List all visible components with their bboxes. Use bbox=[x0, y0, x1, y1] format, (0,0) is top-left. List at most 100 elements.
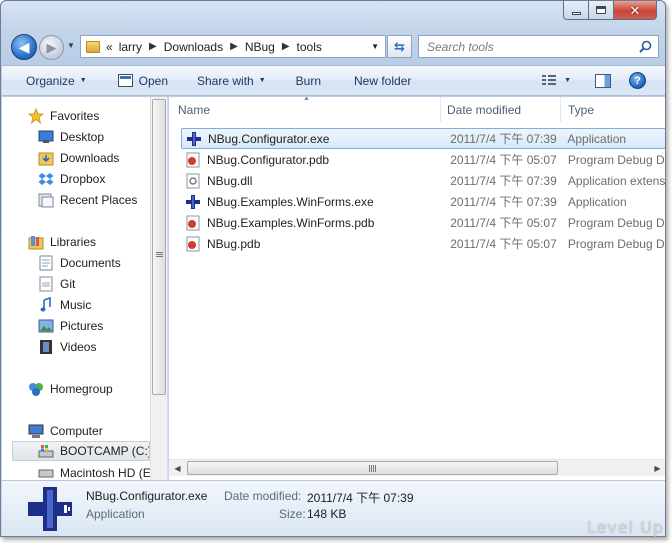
git-library-icon bbox=[38, 276, 54, 292]
scroll-right-icon[interactable]: ▶ bbox=[649, 460, 665, 477]
nav-videos[interactable]: Videos bbox=[38, 337, 167, 357]
organize-button[interactable]: Organize ▼ bbox=[2, 66, 96, 95]
nav-macintosh-drive[interactable]: Macintosh HD (E bbox=[38, 463, 167, 480]
breadcrumb-larry[interactable]: larry bbox=[119, 40, 142, 54]
column-headers: ▲ Name Date modified Type bbox=[169, 97, 665, 122]
nav-computer-label: Computer bbox=[50, 424, 103, 438]
dll-file-icon bbox=[185, 173, 201, 189]
recent-places-icon bbox=[38, 192, 54, 208]
file-date: 2011/7/4 下午 05:07 bbox=[450, 216, 557, 230]
open-button[interactable]: Open bbox=[96, 66, 177, 95]
new-folder-label: New folder bbox=[354, 73, 412, 88]
nav-homegroup[interactable]: Homegroup bbox=[28, 379, 167, 399]
minimize-icon bbox=[571, 11, 581, 15]
file-type: Program Debug D bbox=[567, 215, 665, 230]
help-icon[interactable]: ? bbox=[629, 72, 646, 89]
videos-icon bbox=[38, 339, 54, 355]
nav-libraries[interactable]: Libraries bbox=[28, 232, 167, 252]
nav-bootcamp-drive[interactable]: BOOTCAMP (C:) bbox=[12, 441, 150, 461]
nav-macintosh-label: Macintosh HD (E bbox=[60, 466, 151, 480]
refresh-button[interactable]: ⇆ bbox=[387, 35, 412, 58]
file-list: ▲ Name Date modified Type NBug.Configura… bbox=[169, 97, 665, 480]
scroll-left-icon[interactable]: ◀ bbox=[169, 460, 186, 477]
nav-scroll-thumb[interactable] bbox=[152, 99, 166, 395]
nav-computer[interactable]: Computer bbox=[28, 421, 167, 441]
column-header-name[interactable]: ▲ Name bbox=[169, 97, 441, 122]
details-file-kind: Application bbox=[86, 507, 145, 521]
nav-desktop[interactable]: Desktop bbox=[38, 127, 167, 147]
computer-icon bbox=[28, 423, 44, 439]
file-name: NBug.dll bbox=[207, 173, 253, 188]
nav-recent-places[interactable]: Recent Places bbox=[38, 190, 167, 210]
new-folder-button[interactable]: New folder bbox=[330, 66, 420, 95]
nav-bootcamp-label: BOOTCAMP (C:) bbox=[60, 444, 150, 458]
nav-dropbox[interactable]: Dropbox bbox=[38, 169, 167, 189]
maximize-button[interactable] bbox=[589, 1, 614, 20]
nav-music-label: Music bbox=[60, 298, 92, 312]
breadcrumb-overflow[interactable]: « bbox=[106, 40, 113, 54]
details-file-name: NBug.Configurator.exe bbox=[86, 489, 208, 503]
folder-icon bbox=[86, 40, 100, 53]
breadcrumb-separator-icon[interactable]: ▶ bbox=[282, 41, 290, 52]
caption-buttons: ✕ bbox=[563, 1, 657, 20]
breadcrumb-separator-icon[interactable]: ▶ bbox=[230, 41, 238, 52]
column-header-type[interactable]: Type bbox=[561, 97, 665, 122]
column-date-label: Date modified bbox=[447, 102, 522, 117]
back-button[interactable]: ◀ bbox=[11, 34, 37, 60]
refresh-icon: ⇆ bbox=[394, 38, 405, 54]
file-row[interactable]: NBug.dll 2011/7/4 下午 07:39 Application e… bbox=[181, 170, 665, 191]
address-bar[interactable]: « larry ▶ Downloads ▶ NBug ▶ tools ▼ bbox=[80, 35, 386, 58]
minimize-button[interactable] bbox=[563, 1, 589, 20]
change-view-icon[interactable] bbox=[542, 75, 557, 86]
nav-documents[interactable]: Documents bbox=[38, 253, 167, 273]
burn-button[interactable]: Burn bbox=[275, 66, 330, 95]
share-with-button[interactable]: Share with ▼ bbox=[177, 66, 275, 95]
horizontal-scroll-thumb[interactable] bbox=[187, 461, 558, 475]
burn-label: Burn bbox=[295, 73, 321, 88]
file-name: NBug.Examples.WinForms.pdb bbox=[207, 215, 375, 230]
breadcrumb-separator-icon[interactable]: ▶ bbox=[149, 41, 157, 52]
nav-music[interactable]: Music bbox=[38, 295, 167, 315]
file-list-horizontal-scrollbar[interactable]: ◀ ▶ bbox=[169, 459, 665, 477]
file-row[interactable]: NBug.Examples.WinForms.pdb 2011/7/4 下午 0… bbox=[181, 212, 665, 233]
forward-button[interactable]: ▶ bbox=[39, 35, 64, 60]
nav-favorites[interactable]: Favorites bbox=[28, 106, 167, 126]
chevron-down-icon: ▼ bbox=[67, 41, 75, 50]
preview-pane-icon[interactable] bbox=[595, 73, 611, 88]
column-type-label: Type bbox=[568, 102, 595, 117]
nav-downloads[interactable]: Downloads bbox=[38, 148, 167, 168]
nav-git[interactable]: Git bbox=[38, 274, 167, 294]
nav-homegroup-label: Homegroup bbox=[50, 382, 113, 396]
breadcrumb-tools[interactable]: tools bbox=[297, 40, 322, 54]
column-name-label: Name bbox=[178, 102, 211, 117]
file-date: 2011/7/4 下午 07:39 bbox=[450, 195, 557, 209]
view-options-dropdown-icon[interactable]: ▼ bbox=[564, 77, 571, 84]
file-row[interactable]: NBug.pdb 2011/7/4 下午 05:07 Program Debug… bbox=[181, 233, 665, 254]
recent-pages-dropdown[interactable]: ▼ bbox=[67, 41, 75, 50]
pdb-file-icon bbox=[185, 236, 201, 252]
windows-drive-icon bbox=[38, 443, 54, 459]
nav-libraries-label: Libraries bbox=[50, 235, 97, 249]
search-icon[interactable] bbox=[639, 40, 652, 53]
downloads-folder-icon bbox=[38, 150, 54, 166]
grip-icon bbox=[369, 465, 377, 472]
breadcrumb-nbug[interactable]: NBug bbox=[245, 40, 275, 54]
explorer-window: ✕ ◀ ▶ ▼ « larry ▶ Downloads ▶ NBug ▶ too… bbox=[0, 0, 666, 537]
nav-vertical-scrollbar[interactable] bbox=[150, 97, 167, 480]
file-row[interactable]: NBug.Configurator.pdb 2011/7/4 下午 05:07 … bbox=[181, 149, 665, 170]
nav-pictures[interactable]: Pictures bbox=[38, 316, 167, 336]
view-controls: ▼ ? bbox=[542, 66, 646, 95]
column-header-date[interactable]: Date modified bbox=[441, 97, 561, 122]
file-row[interactable]: NBug.Configurator.exe 2011/7/4 下午 07:39 … bbox=[181, 128, 665, 149]
search-input[interactable] bbox=[427, 39, 627, 54]
pictures-icon bbox=[38, 318, 54, 334]
address-history-dropdown-icon[interactable]: ▼ bbox=[371, 42, 379, 51]
file-row[interactable]: NBug.Examples.WinForms.exe 2011/7/4 下午 0… bbox=[181, 191, 665, 212]
file-date: 2011/7/4 下午 07:39 bbox=[450, 174, 557, 188]
star-icon bbox=[28, 108, 44, 124]
breadcrumb-downloads[interactable]: Downloads bbox=[164, 40, 223, 54]
close-button[interactable]: ✕ bbox=[614, 1, 657, 20]
app-exe-large-icon bbox=[28, 487, 72, 531]
search-box[interactable] bbox=[418, 35, 659, 58]
file-type: Program Debug D bbox=[567, 152, 665, 167]
